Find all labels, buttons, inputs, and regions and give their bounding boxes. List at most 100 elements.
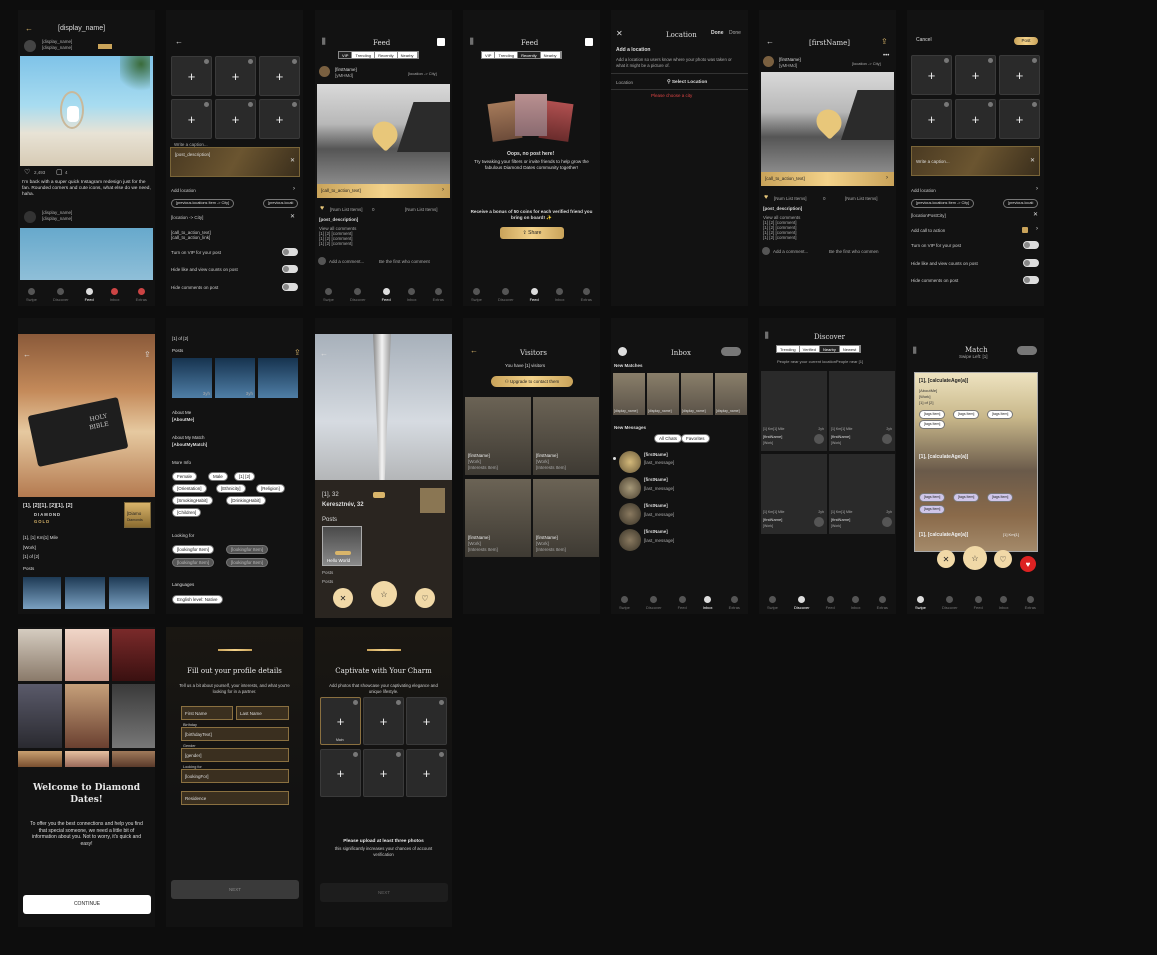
heart-icon[interactable]: ♡: [24, 168, 30, 176]
heart-icon[interactable]: ♥: [764, 194, 768, 201]
post-thumb[interactable]: [65, 577, 105, 609]
chat-avatar[interactable]: [619, 529, 641, 551]
add-comment-input[interactable]: Add a comment...: [773, 249, 808, 254]
visitor-card[interactable]: [firstName] [Work] [Interests Item]: [465, 397, 531, 475]
info-icon[interactable]: [618, 347, 627, 356]
nav-extras[interactable]: Extras: [1025, 596, 1036, 610]
share-button[interactable]: ⇪ Share: [500, 227, 564, 239]
photo-slot[interactable]: +: [215, 56, 256, 96]
location-chip[interactable]: [previous.locati: [263, 199, 299, 208]
nav-inbox[interactable]: Inbox: [851, 596, 861, 610]
nav-discover[interactable]: Discover: [498, 288, 514, 302]
chat-avatar[interactable]: [619, 503, 641, 525]
select-location[interactable]: ⚲ Select Location: [667, 80, 707, 86]
birthday-field[interactable]: [birthdayText]: [181, 727, 289, 741]
caption-input[interactable]: Write a caption... ✕: [911, 146, 1040, 176]
profile-photo[interactable]: ←: [315, 334, 452, 480]
post-thumb[interactable]: 3yh: [215, 358, 255, 398]
nav-feed[interactable]: Feed: [530, 288, 539, 302]
looking-for-field[interactable]: [lookingFor]: [181, 769, 289, 783]
back-arrow-icon[interactable]: ←: [320, 349, 328, 358]
avatar[interactable]: [763, 56, 774, 67]
photo-slot[interactable]: +: [911, 99, 952, 139]
hide-comments-toggle[interactable]: [1023, 276, 1039, 284]
share-icon[interactable]: ⇪: [294, 348, 301, 357]
nav-swipe[interactable]: Swipe: [471, 288, 482, 302]
add-post-icon[interactable]: [585, 38, 593, 46]
photo-slot[interactable]: +: [955, 99, 996, 139]
post-thumb[interactable]: [109, 577, 149, 609]
nav-swipe[interactable]: Swipe: [915, 596, 926, 610]
photo-slot[interactable]: +: [363, 749, 404, 797]
match-card[interactable]: [display_name]: [613, 373, 645, 415]
nav-swipe[interactable]: Swipe: [767, 596, 778, 610]
location-chip[interactable]: [previous.locations Item -> City]: [171, 199, 235, 208]
nav-feed[interactable]: Feed: [678, 596, 687, 610]
post-thumb[interactable]: [23, 577, 61, 609]
user-card[interactable]: [1] Km[1] Mile 2yh [firstName] [Work]: [829, 371, 895, 451]
add-post-icon[interactable]: [437, 38, 445, 46]
photo-slot[interactable]: +: [911, 55, 952, 95]
chat-avatar[interactable]: [619, 451, 641, 473]
hide-comments-toggle[interactable]: [282, 283, 298, 291]
tab-nearby[interactable]: Nearby: [541, 52, 561, 58]
tab-trending[interactable]: Trending: [495, 52, 519, 58]
photo-slot[interactable]: +: [406, 749, 447, 797]
tab-nearby[interactable]: Nearby: [819, 346, 840, 352]
post-photo[interactable]: [317, 84, 450, 184]
tab-trending[interactable]: Trending: [777, 346, 800, 352]
nav-inbox[interactable]: Inbox: [407, 288, 417, 302]
add-comment-input[interactable]: Add a comment...: [329, 259, 364, 264]
avatar-2[interactable]: [24, 211, 36, 223]
chat-name[interactable]: [firstName]: [644, 477, 668, 482]
done-button-2[interactable]: Done: [729, 30, 741, 37]
nav-discover[interactable]: Discover: [794, 596, 810, 610]
post-photo[interactable]: [20, 56, 153, 166]
location-chip[interactable]: [previous.locati: [1003, 199, 1039, 208]
filter-icon[interactable]: ⫼: [913, 346, 917, 356]
match-card[interactable]: [display_name]: [647, 373, 679, 415]
back-arrow-icon[interactable]: ←: [766, 37, 774, 46]
avatar[interactable]: [24, 40, 36, 52]
tab-verified[interactable]: Verified: [800, 346, 820, 352]
vip-toggle[interactable]: [1023, 241, 1039, 249]
heart-icon[interactable]: ♥: [320, 205, 324, 212]
nav-extras[interactable]: Extras: [581, 288, 592, 302]
nav-inbox[interactable]: Inbox: [999, 596, 1009, 610]
next-button[interactable]: NEXT: [320, 883, 448, 902]
vip-toggle[interactable]: [282, 248, 298, 256]
location-chip[interactable]: [previous.locations Item -> City]: [911, 199, 975, 208]
done-button[interactable]: Done: [711, 30, 724, 37]
tab-nearby[interactable]: Nearby: [398, 52, 418, 58]
nav-discover[interactable]: Discover: [350, 288, 366, 302]
add-cta[interactable]: Add call to action: [911, 228, 945, 233]
post-thumb[interactable]: Hello World: [322, 526, 362, 566]
nav-feed[interactable]: Feed: [382, 288, 391, 302]
visitor-card[interactable]: [firstName] [Work] [Interests Item]: [465, 479, 531, 557]
photo-slot[interactable]: +: [406, 697, 447, 745]
photo-slot[interactable]: +: [259, 56, 300, 96]
post-photo[interactable]: [761, 72, 894, 172]
photo-slot[interactable]: +: [999, 99, 1040, 139]
tab-recently[interactable]: Recently: [375, 52, 398, 58]
post-thumb[interactable]: [258, 358, 298, 398]
photo-slot[interactable]: +: [171, 56, 212, 96]
more-icon[interactable]: •••: [883, 53, 889, 59]
add-location[interactable]: Add location: [911, 188, 936, 193]
nav-inbox[interactable]: Inbox: [110, 288, 120, 302]
residence-field[interactable]: Residence: [181, 791, 289, 805]
tab-favorites[interactable]: Favorites: [681, 434, 710, 443]
tab-vip[interactable]: VIP: [339, 52, 353, 58]
post-photo-2[interactable]: [20, 228, 153, 280]
user-card[interactable]: [1] Km[1] Mile 2yh [firstName] [Work]: [829, 454, 895, 534]
visitor-card[interactable]: [firstName] [Work] [Interests Item]: [533, 397, 599, 475]
nav-extras[interactable]: Extras: [877, 596, 888, 610]
add-location[interactable]: Add location: [171, 188, 196, 193]
photo-slot-main[interactable]: + Main: [320, 697, 361, 745]
photo-slot[interactable]: +: [215, 99, 256, 139]
photo-slot[interactable]: +: [320, 749, 361, 797]
photo-slot[interactable]: +: [259, 99, 300, 139]
nav-feed[interactable]: Feed: [974, 596, 983, 610]
nav-extras[interactable]: Extras: [433, 288, 444, 302]
diamond-badge[interactable]: [Diamo Diamonds: [124, 502, 151, 528]
